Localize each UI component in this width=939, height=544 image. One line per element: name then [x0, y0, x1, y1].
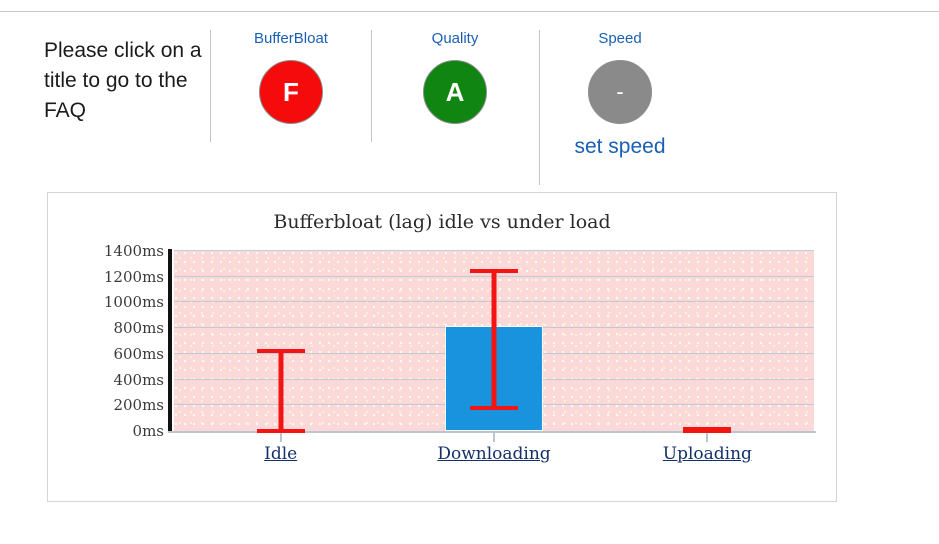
- set-speed-link[interactable]: set speed: [540, 135, 700, 159]
- series-group: [174, 251, 387, 433]
- grade-circle-bufferbloat[interactable]: F: [259, 60, 323, 124]
- error-cap-upper-uploading: [683, 427, 732, 432]
- x-axis-link-idle[interactable]: Idle: [264, 444, 297, 464]
- y-tick-label: 800ms: [113, 319, 164, 338]
- y-tick-label: 200ms: [113, 396, 164, 415]
- series-group: [387, 251, 600, 431]
- error-cap-upper-downloading: [469, 268, 518, 273]
- y-tick-label: 400ms: [113, 370, 164, 389]
- chart-panel: Bufferbloat (lag) idle vs under load 140…: [47, 192, 837, 502]
- y-tick-label: 1400ms: [103, 242, 164, 260]
- summary-band: Please click on a title to go to the FAQ…: [0, 18, 939, 185]
- series-group: [601, 251, 814, 433]
- badge-speed: Speed - set speed: [540, 30, 700, 159]
- column-separator-2: [371, 30, 372, 142]
- badge-quality: Quality A: [375, 30, 535, 124]
- badge-bufferbloat: BufferBloat F: [211, 30, 371, 124]
- badge-title-quality[interactable]: Quality: [375, 30, 535, 48]
- x-axis-link-downloading[interactable]: Downloading: [437, 444, 550, 464]
- error-cap-lower-downloading: [469, 405, 518, 410]
- y-tick-label: 1200ms: [103, 267, 164, 286]
- top-divider: [0, 11, 939, 12]
- error-cap-upper-idle: [256, 349, 305, 354]
- plot-wrapper: [174, 250, 814, 433]
- badge-title-speed[interactable]: Speed: [540, 30, 700, 48]
- y-tick-label: 0ms: [132, 422, 164, 440]
- x-axis-link-uploading[interactable]: Uploading: [663, 444, 752, 464]
- chart-title: Bufferbloat (lag) idle vs under load: [273, 211, 611, 233]
- badge-title-bufferbloat[interactable]: BufferBloat: [211, 30, 371, 48]
- x-tick-mark: [706, 433, 709, 442]
- y-axis-line: [168, 249, 172, 433]
- y-tick-label: 600ms: [113, 344, 164, 363]
- x-axis-labels: Idle Downloading Uploading: [168, 433, 816, 473]
- instructions-text: Please click on a title to go to the FAQ: [44, 39, 202, 122]
- x-tick-mark: [493, 433, 495, 442]
- grade-circle-quality[interactable]: A: [423, 60, 487, 124]
- error-bar-idle: [278, 351, 284, 431]
- grade-circle-speed[interactable]: -: [588, 60, 652, 124]
- x-tick-mark: [279, 433, 282, 442]
- error-bar-downloading: [491, 270, 497, 408]
- plot-area: [174, 250, 814, 433]
- y-tick-label: 1000ms: [103, 293, 164, 312]
